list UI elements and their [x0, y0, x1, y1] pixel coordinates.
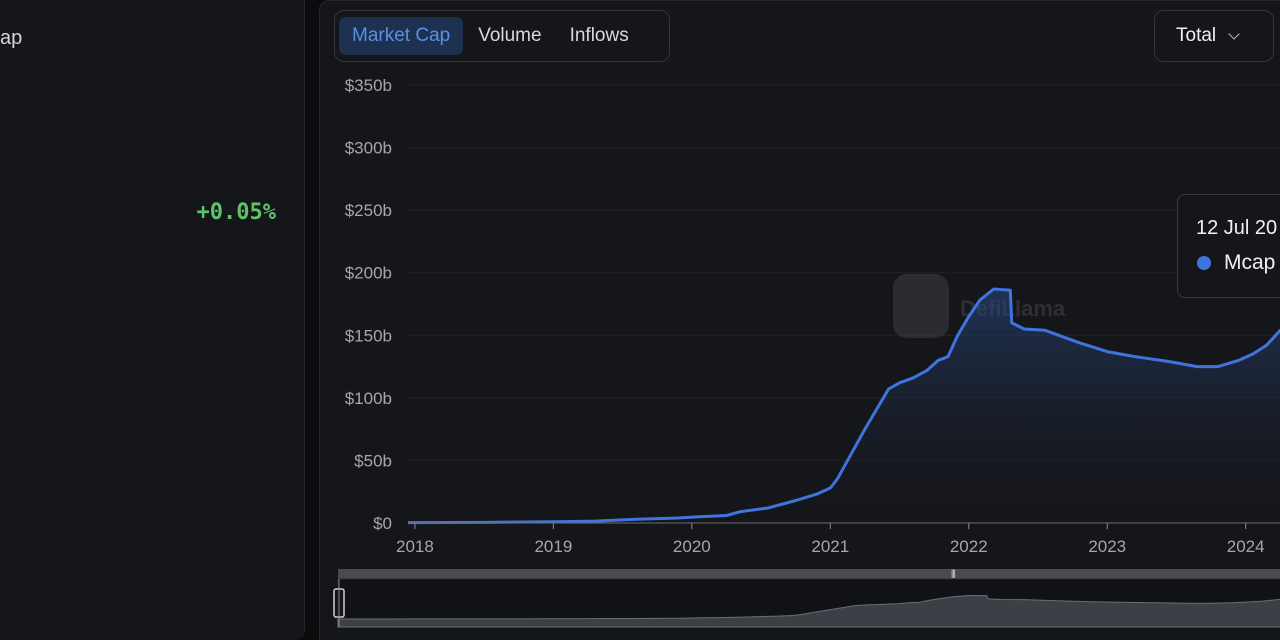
x-tick-label: 2020	[673, 537, 711, 556]
x-tick-label: 2022	[950, 537, 988, 556]
x-tick-label: 2021	[811, 537, 849, 556]
y-tick-label: $150b	[345, 326, 392, 345]
y-tick-label: $250b	[345, 201, 392, 220]
x-tick-label: 2019	[534, 537, 572, 556]
brush-handle-bar	[338, 569, 1280, 579]
x-tick-label: 2024	[1227, 537, 1265, 556]
x-tick-label: 2023	[1088, 537, 1126, 556]
series-area	[408, 289, 1280, 523]
tooltip-series-label: Mcap	[1224, 251, 1276, 274]
y-tick-label: $50b	[354, 451, 392, 470]
range-brush[interactable]: ⦀	[333, 568, 1280, 628]
y-tick-label: $200b	[345, 264, 392, 283]
llama-logo-icon	[893, 274, 949, 338]
x-axis: 2018 2019 2020 2021 2022 2023 2024	[396, 522, 1280, 556]
y-tick-label: $0	[373, 514, 392, 533]
chart-tooltip: 12 Jul 20 Mcap	[1177, 194, 1280, 298]
y-tick-label: $100b	[345, 389, 392, 408]
y-tick-label: $350b	[345, 76, 392, 95]
market-cap-chart: DefiLlama $0$50b$100b$150b$200b$250b$300…	[333, 76, 1280, 628]
y-axis: $0 $50b $100b $150b $200b $250b $300b $350b	[345, 76, 392, 533]
y-tick-label: $300b	[345, 139, 392, 158]
tooltip-series-dot	[1197, 256, 1211, 270]
x-tick-label: 2018	[396, 537, 434, 556]
tooltip-date: 12 Jul 20	[1196, 217, 1278, 239]
